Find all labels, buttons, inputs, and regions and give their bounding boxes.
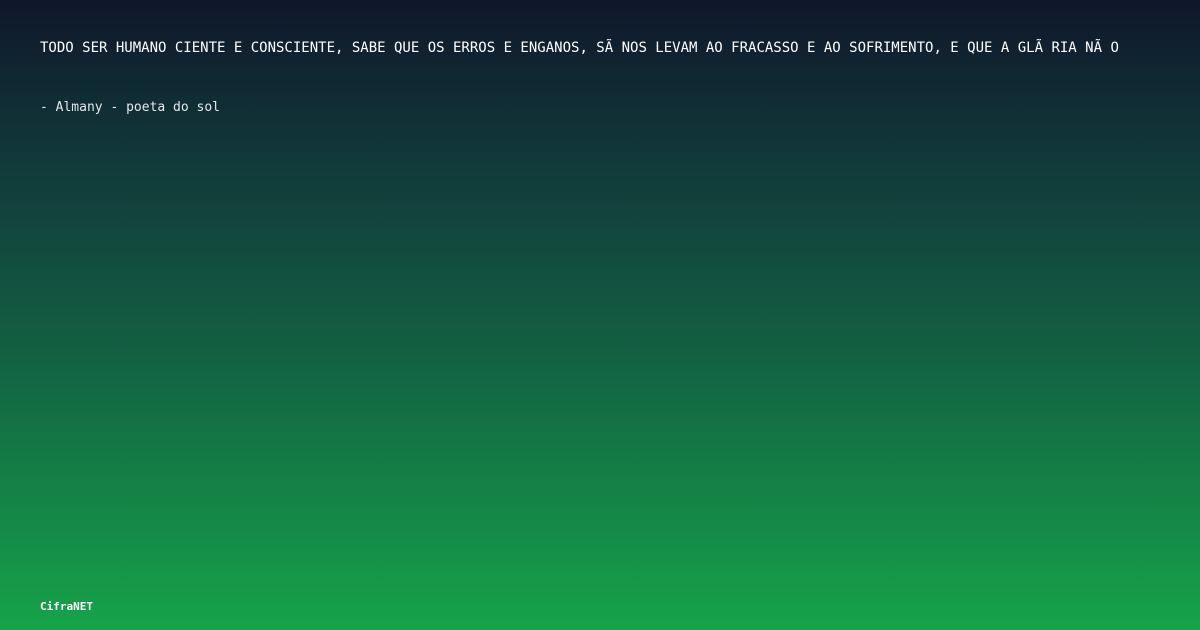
quote-author: - Almany - poeta do sol	[40, 100, 221, 115]
brand-logo-text: CifraNET	[40, 600, 93, 613]
quote-text: TODO SER HUMANO CIENTE E CONSCIENTE, SAB…	[40, 40, 1119, 56]
